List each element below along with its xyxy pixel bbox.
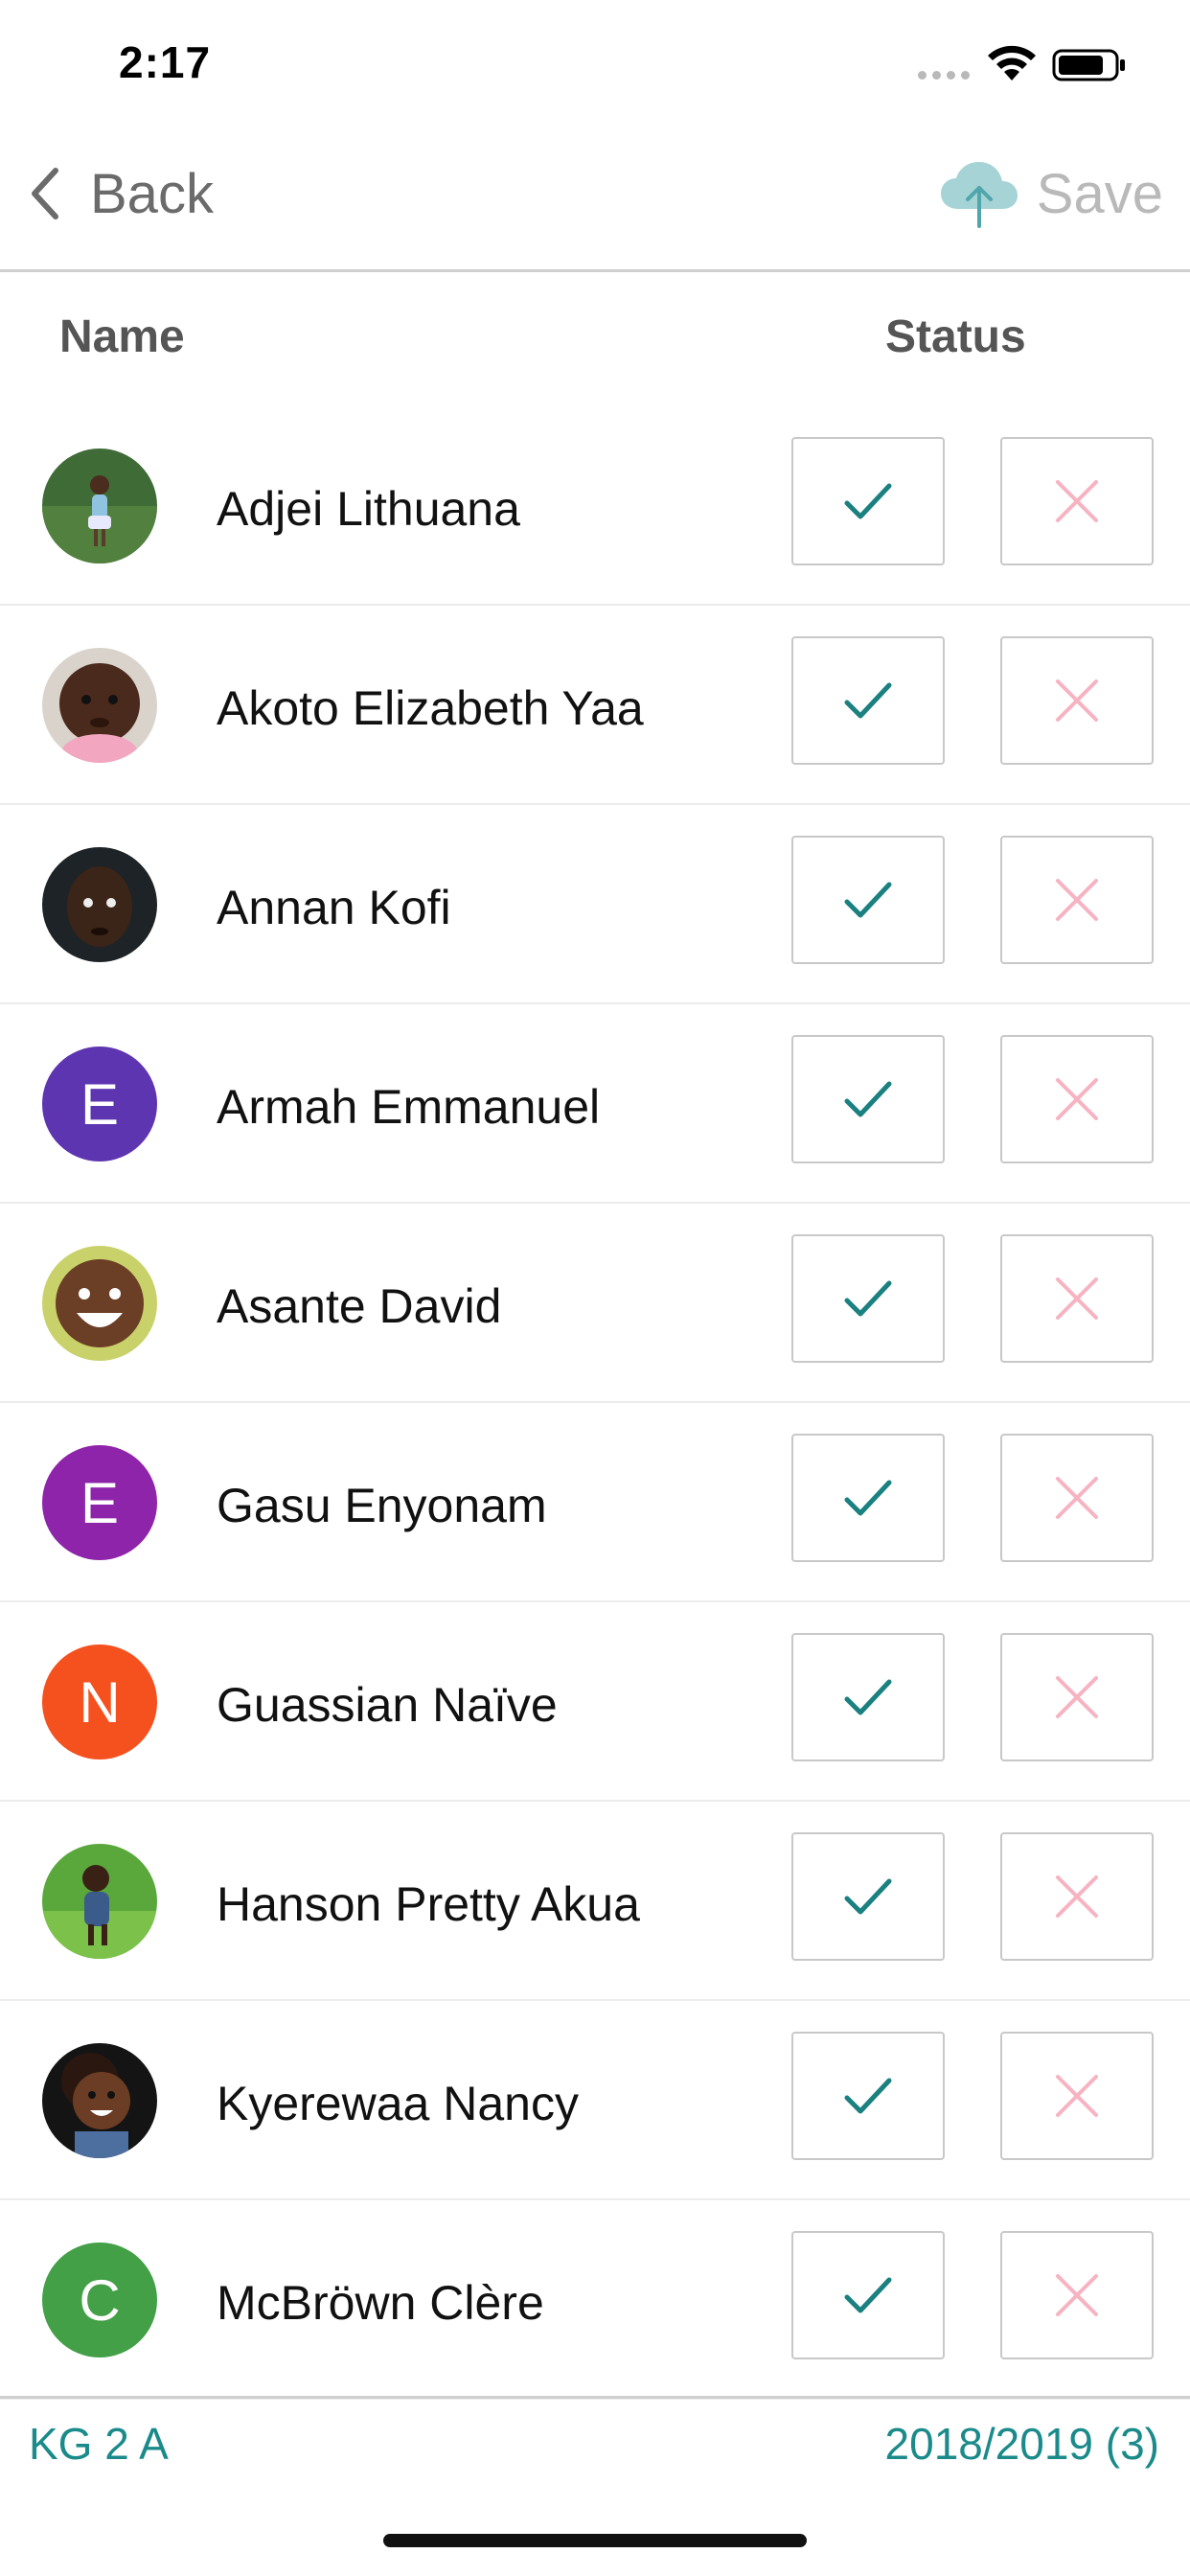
cloud-upload-icon: [940, 162, 1018, 228]
status-bar: 2:17: [0, 0, 1190, 134]
absent-button[interactable]: [1000, 1035, 1154, 1163]
home-indicator[interactable]: [383, 2534, 807, 2547]
chevron-left-icon: [32, 168, 58, 219]
student-avatar: [42, 648, 157, 763]
student-name: Hanson Pretty Akua: [217, 1877, 640, 1931]
list-header: Name Status: [0, 272, 1190, 406]
absent-button[interactable]: [1000, 1434, 1154, 1562]
present-button[interactable]: [791, 437, 945, 565]
absent-button[interactable]: [1000, 2231, 1154, 2359]
close-icon: [1056, 1676, 1098, 1718]
save-button[interactable]: Save: [939, 155, 1163, 232]
checkmark-icon: [844, 2078, 892, 2114]
student-avatar: [42, 1246, 157, 1361]
student-avatar: E: [42, 1046, 157, 1162]
present-button[interactable]: [791, 636, 945, 765]
student-avatar: E: [42, 1445, 157, 1560]
close-icon: [1056, 480, 1098, 522]
student-name: Guassian Naïve: [217, 1678, 558, 1732]
checkmark-icon: [844, 2277, 892, 2313]
close-icon: [1056, 1875, 1098, 1918]
present-button[interactable]: [791, 2032, 945, 2160]
cellular-signal-icon: [918, 71, 970, 80]
name-column-header: Name: [59, 311, 185, 362]
checkmark-icon: [844, 483, 892, 519]
student-list: Adjei Lithuana Akoto Elizabeth Yaa Annan…: [0, 406, 1190, 2400]
student-row: E Armah Emmanuel: [0, 1004, 1190, 1204]
student-name: Akoto Elizabeth Yaa: [217, 681, 644, 735]
term-label[interactable]: 2018/2019 (3): [885, 2418, 1159, 2470]
present-button[interactable]: [791, 836, 945, 964]
wifi-icon: [988, 45, 1036, 80]
close-icon: [1056, 1277, 1098, 1320]
close-icon: [1056, 2274, 1098, 2316]
absent-button[interactable]: [1000, 2032, 1154, 2160]
avatar-initial: E: [42, 1046, 157, 1162]
class-name-label[interactable]: KG 2 A: [29, 2418, 169, 2470]
student-row: Kyerewaa Nancy: [0, 2001, 1190, 2200]
checkmark-icon: [844, 682, 892, 719]
status-time: 2:17: [119, 37, 212, 87]
checkmark-icon: [844, 1280, 892, 1317]
avatar-initial: C: [42, 2242, 157, 2358]
student-avatar: [42, 448, 157, 564]
present-button[interactable]: [791, 1832, 945, 1961]
student-name: Asante David: [217, 1279, 502, 1333]
student-row: Hanson Pretty Akua: [0, 1802, 1190, 2001]
close-icon: [1056, 879, 1098, 921]
student-name: Adjei Lithuana: [217, 482, 520, 536]
student-row: Annan Kofi: [0, 805, 1190, 1004]
close-icon: [1056, 1477, 1098, 1519]
checkmark-icon: [844, 882, 892, 918]
student-row: Adjei Lithuana: [0, 406, 1190, 606]
checkmark-icon: [844, 1679, 892, 1715]
avatar-initial: E: [42, 1445, 157, 1560]
student-avatar: [42, 2043, 157, 2158]
checkmark-icon: [844, 1081, 892, 1117]
present-button[interactable]: [791, 1434, 945, 1562]
student-name: Annan Kofi: [217, 881, 451, 934]
present-button[interactable]: [791, 1633, 945, 1761]
navigation-bar: Back Save: [0, 134, 1190, 272]
student-name: Gasu Enyonam: [217, 1479, 547, 1532]
student-avatar: [42, 847, 157, 962]
student-row: N Guassian Naïve: [0, 1602, 1190, 1802]
close-icon: [1056, 679, 1098, 722]
save-label: Save: [1036, 162, 1163, 225]
footer-bar: KG 2 A 2018/2019 (3): [0, 2396, 1190, 2480]
present-button[interactable]: [791, 1035, 945, 1163]
student-avatar: C: [42, 2242, 157, 2358]
avatar-initial: N: [42, 1644, 157, 1760]
battery-icon: [1052, 49, 1125, 81]
student-name: Kyerewaa Nancy: [217, 2077, 579, 2130]
back-label: Back: [90, 162, 214, 225]
student-row: E Gasu Enyonam: [0, 1403, 1190, 1602]
checkmark-icon: [844, 1480, 892, 1516]
absent-button[interactable]: [1000, 437, 1154, 565]
close-icon: [1056, 1078, 1098, 1120]
present-button[interactable]: [791, 1234, 945, 1363]
back-button[interactable]: Back: [27, 155, 214, 232]
absent-button[interactable]: [1000, 636, 1154, 765]
student-avatar: N: [42, 1644, 157, 1760]
present-button[interactable]: [791, 2231, 945, 2359]
student-name: Armah Emmanuel: [217, 1080, 601, 1134]
student-avatar: [42, 1844, 157, 1959]
student-name: McBröwn Clère: [217, 2276, 544, 2330]
status-column-header: Status: [885, 311, 1026, 362]
checkmark-icon: [844, 1878, 892, 1915]
absent-button[interactable]: [1000, 1234, 1154, 1363]
close-icon: [1056, 2075, 1098, 2117]
student-row: Akoto Elizabeth Yaa: [0, 606, 1190, 805]
student-row: Asante David: [0, 1204, 1190, 1403]
absent-button[interactable]: [1000, 1633, 1154, 1761]
absent-button[interactable]: [1000, 1832, 1154, 1961]
absent-button[interactable]: [1000, 836, 1154, 964]
student-row: C McBröwn Clère: [0, 2200, 1190, 2400]
